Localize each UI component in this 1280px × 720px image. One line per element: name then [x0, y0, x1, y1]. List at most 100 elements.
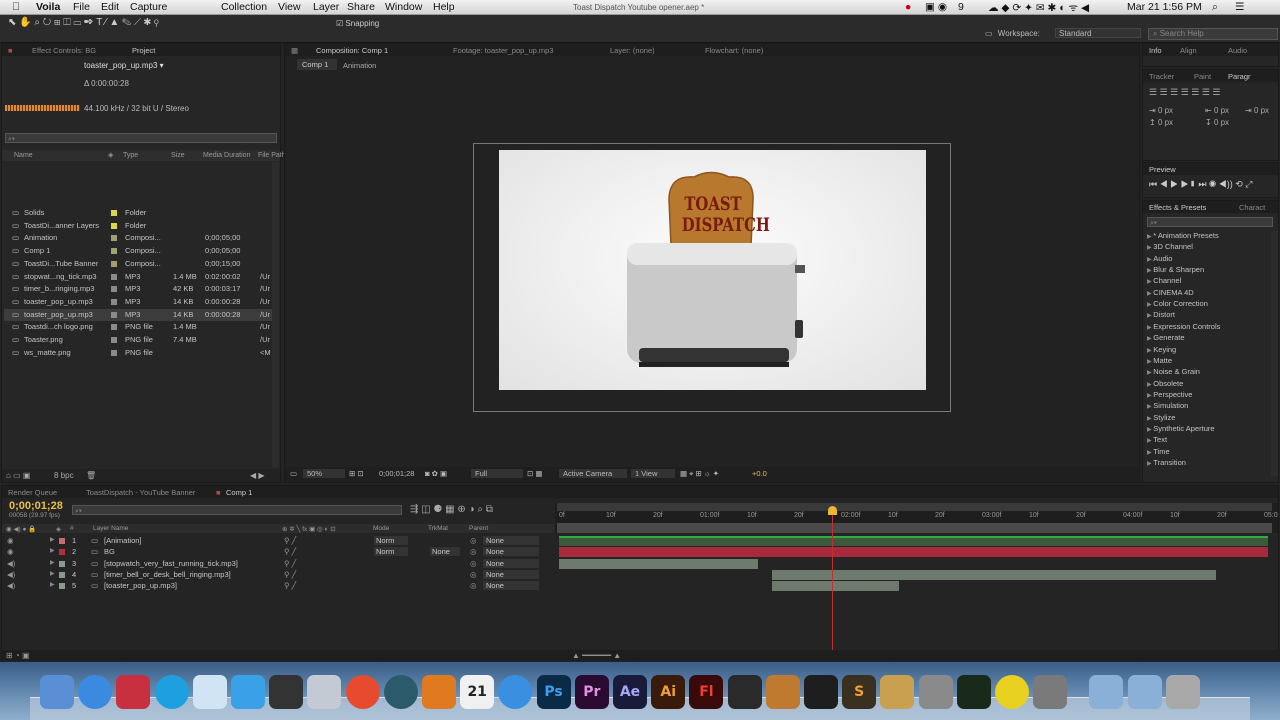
- region-icon[interactable]: ⊡ ▦: [527, 469, 542, 478]
- effects-scrollbar[interactable]: [1271, 231, 1278, 476]
- resolution-select[interactable]: Full: [471, 469, 523, 478]
- shy-switch-icons[interactable]: ⚲ ╱: [284, 570, 296, 579]
- pencil-icon[interactable]: [1033, 675, 1068, 709]
- composition-canvas[interactable]: TOAST DISPATCH: [499, 150, 926, 390]
- voila-icon[interactable]: [116, 675, 151, 709]
- menu-help[interactable]: Help: [433, 1, 455, 13]
- label-swatch[interactable]: [111, 286, 117, 293]
- menu-list-icon[interactable]: ☰: [1235, 1, 1244, 13]
- layer-row[interactable]: ◀) ▶ 5 ▭ [toaster_pop_up.mp3] ⚲ ╱ ◎ None: [2, 580, 554, 591]
- snapping-toggle[interactable]: ☑ Snapping: [336, 19, 379, 28]
- layer-row[interactable]: ◉ ▶ 1 ▭ [Animation] ⚲ ╱ Norm ◎ None: [2, 535, 554, 546]
- zoom-bar[interactable]: [557, 523, 1272, 533]
- expand-icon[interactable]: ▶: [50, 559, 55, 566]
- expand-icon[interactable]: ▶: [50, 581, 55, 588]
- visibility-icon[interactable]: ◉: [7, 547, 14, 556]
- selected-item-name[interactable]: toaster_pop_up.mp3 ▾: [84, 61, 164, 70]
- project-item[interactable]: ▭ toaster_pop_up.mp3 MP3 14 KB 0:00:00:28/Ur: [4, 296, 272, 308]
- menu-share[interactable]: Share: [347, 1, 375, 13]
- camera-select[interactable]: Active Camera: [559, 469, 627, 478]
- label-swatch[interactable]: [111, 248, 117, 255]
- layer-row[interactable]: ◉ ▶ 2 ▭ BG ⚲ ╱ Norm None ◎ None: [2, 546, 554, 557]
- effects-category[interactable]: ▶ Obsolete: [1147, 379, 1183, 388]
- space-before-field[interactable]: ↥ 0 px: [1149, 118, 1173, 127]
- tab-flowchart[interactable]: Flowchart: (none): [705, 46, 763, 55]
- parent-select[interactable]: None: [483, 558, 539, 568]
- label-swatch[interactable]: [111, 235, 117, 242]
- tab-composition[interactable]: Composition: Comp 1: [316, 46, 388, 55]
- project-scrollbar[interactable]: [272, 162, 279, 467]
- view-select[interactable]: 1 View: [631, 469, 675, 478]
- effects-category[interactable]: ▶ Text: [1147, 435, 1167, 444]
- indent-left-field[interactable]: ⇥ 0 px: [1149, 106, 1173, 115]
- effects-category[interactable]: ▶ Blur & Sharpen: [1147, 265, 1204, 274]
- layer-row[interactable]: ◀) ▶ 3 ▭ [stopwatch_very_fast_running_tick.m…: [2, 558, 554, 569]
- finder-icon[interactable]: [40, 675, 74, 709]
- project-item[interactable]: ▭ stopwat...ng_tick.mp3 MP3 1.4 MB 0:02:00:0…: [4, 271, 272, 283]
- label-swatch[interactable]: [111, 324, 117, 331]
- layer-row[interactable]: ◀) ▶ 4 ▭ [timer_bell_or_desk_bell_ringing.mp…: [2, 569, 554, 580]
- effects-category[interactable]: ▶ Expression Controls: [1147, 322, 1220, 331]
- app-store-icon[interactable]: [78, 675, 113, 709]
- project-item[interactable]: ▭ Comp 1 Composi... 0;00;05;00: [4, 245, 272, 257]
- tab-tracker[interactable]: Tracker: [1149, 72, 1174, 81]
- grid-icon[interactable]: ⊞ ⊡: [349, 469, 364, 478]
- layer-duration-bar[interactable]: [771, 581, 900, 592]
- shy-switch-icons[interactable]: ⚲ ╱: [284, 547, 296, 556]
- photo-icon[interactable]: [727, 675, 762, 709]
- exposure-value[interactable]: +0.0: [752, 469, 767, 478]
- menu-view[interactable]: View: [278, 1, 301, 13]
- visibility-icon[interactable]: ◀): [7, 570, 15, 579]
- effects-category[interactable]: ▶ Simulation: [1147, 401, 1188, 410]
- preview-icon[interactable]: [307, 675, 342, 709]
- search-icon[interactable]: ⌕: [1212, 1, 1218, 14]
- trash-icon[interactable]: 🗑: [86, 471, 96, 480]
- effects-category[interactable]: ▶ Stylize: [1147, 413, 1175, 422]
- layer-label-swatch[interactable]: [59, 549, 65, 556]
- trkmat-select[interactable]: None: [430, 547, 460, 557]
- label-swatch[interactable]: [111, 311, 117, 318]
- project-item[interactable]: ▭ Toaster.png PNG file 7.4 MB/Ur: [4, 334, 272, 346]
- apple-icon[interactable]: : [12, 1, 20, 13]
- effects-category[interactable]: ▶ Matte: [1147, 356, 1172, 365]
- playback-controls[interactable]: ⏮ ◀ ▶ ▶▮ ⏭ ◉ ◀)) ⟲ ⤢: [1149, 179, 1252, 190]
- bpc-toggle[interactable]: 8 bpc: [54, 471, 74, 480]
- interpret-footage-icon[interactable]: ⌂ ▭ ▣: [6, 471, 30, 480]
- footer-toggle-icons[interactable]: ⊞ ◔ ▣: [6, 651, 30, 660]
- lock-icon[interactable]: ▦: [291, 46, 298, 55]
- label-swatch[interactable]: [111, 222, 117, 229]
- close-icon[interactable]: ■: [8, 46, 13, 55]
- layer-label-swatch[interactable]: [59, 560, 65, 567]
- layer-duration-bar[interactable]: [559, 547, 1268, 558]
- parent-select[interactable]: None: [483, 581, 539, 591]
- parent-select[interactable]: None: [483, 569, 539, 579]
- tab-render-queue[interactable]: Render Queue: [8, 488, 57, 497]
- pickwhip-icon[interactable]: ◎: [470, 559, 477, 568]
- layer-duration-bar[interactable]: [559, 536, 1268, 546]
- menu-capture[interactable]: Capture: [130, 1, 167, 13]
- mode-select[interactable]: Norm: [374, 547, 408, 557]
- label-swatch[interactable]: [111, 337, 117, 343]
- menu-collection[interactable]: Collection: [221, 1, 267, 13]
- effects-category[interactable]: ▶ Generate: [1147, 333, 1185, 342]
- effects-category[interactable]: ▶ Keying: [1147, 345, 1176, 354]
- ball-icon[interactable]: [995, 675, 1029, 709]
- effects-category[interactable]: ▶ Channel: [1147, 276, 1181, 285]
- layer-name[interactable]: [stopwatch_very_fast_running_tick.mp3]: [104, 559, 238, 568]
- effects-category[interactable]: ▶ Time: [1147, 447, 1170, 456]
- screenshot-icon[interactable]: [765, 675, 800, 709]
- effects-search-input[interactable]: ⌕▾: [1147, 217, 1273, 227]
- label-swatch[interactable]: [111, 273, 117, 280]
- visibility-icon[interactable]: ◉: [7, 536, 14, 545]
- box-icon[interactable]: [880, 675, 915, 709]
- twitter-icon[interactable]: [231, 675, 265, 709]
- label-swatch[interactable]: [111, 349, 117, 356]
- tab-youtube-banner[interactable]: ToastDispatch - YouTube Banner: [86, 488, 195, 497]
- visibility-icon[interactable]: ◀): [7, 581, 15, 590]
- system-prefs-icon[interactable]: [918, 675, 953, 709]
- project-item[interactable]: ▭ ToastDi...Tube Banner Composi... 0;00;15;…: [4, 258, 272, 270]
- view-options-icons[interactable]: ▦ ⌖ ⊞ ☼ ✦: [680, 469, 719, 479]
- align-icons[interactable]: ☰ ☰ ☰ ☰ ☰ ☰ ☰: [1149, 87, 1220, 98]
- effects-category[interactable]: ▶ Audio: [1147, 254, 1172, 263]
- time-ruler[interactable]: 0f 10f 20f 01:00f 10f 20f 02:00f 10f 20f 03:00f 10…: [555, 503, 1278, 533]
